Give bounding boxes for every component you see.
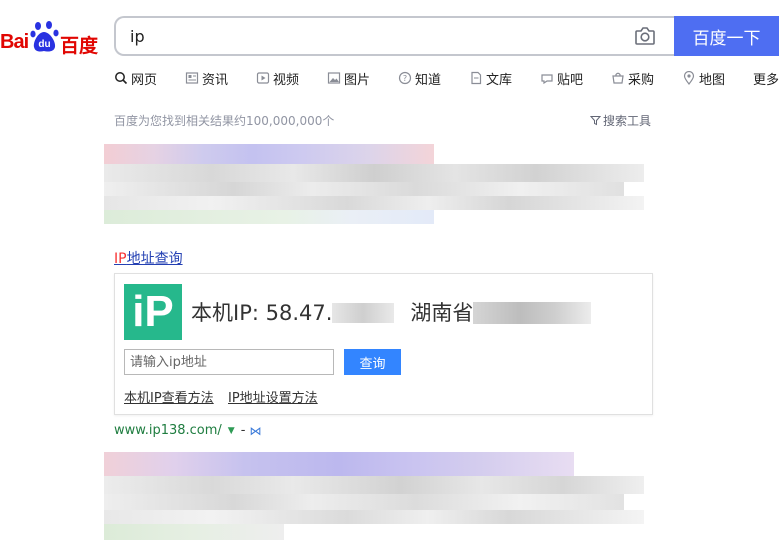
title-rest: 地址查询 — [126, 251, 183, 267]
blurred-result-1 — [104, 144, 649, 226]
separator: - — [240, 423, 246, 438]
tab-label: 更多 — [753, 72, 779, 88]
dropdown-arrow-icon[interactable]: ▼ — [228, 426, 235, 436]
tab-label: 视频 — [273, 72, 300, 88]
my-ip-line: 本机IP: 58.47. 湖南省 — [191, 297, 592, 327]
result-site-url[interactable]: www.ip138.com/ ▼ - ⋈ — [114, 423, 261, 438]
link-ip-settings[interactable]: IP地址设置方法 — [228, 387, 318, 406]
tab-wenku[interactable]: 文库 — [469, 69, 540, 88]
search-input[interactable] — [130, 25, 610, 47]
news-icon — [185, 72, 199, 84]
title-highlight: IP — [114, 251, 127, 267]
ip-result-title-link[interactable]: IP地址查询 — [114, 248, 183, 268]
tab-label: 采购 — [628, 72, 655, 88]
baidu-logo[interactable]: Bai du 百度 — [0, 18, 100, 58]
search-tabs: 网页 资讯 视频 图片 ? 知道 文库 贴吧 采购 地图 更多 — [114, 69, 779, 89]
logo-text-chinese: 百度 — [60, 35, 99, 57]
filter-icon — [590, 116, 601, 126]
ip-query-button[interactable]: 查询 — [344, 349, 401, 375]
tieba-icon — [541, 74, 553, 85]
tab-more[interactable]: 更多 — [753, 69, 779, 88]
search-button[interactable]: 百度一下 — [674, 16, 779, 56]
map-icon — [683, 71, 695, 85]
verified-badge-icon: ⋈ — [249, 423, 262, 438]
link-how-to-view-ip[interactable]: 本机IP查看方法 — [124, 387, 214, 406]
tab-label: 资讯 — [202, 72, 229, 88]
tab-images[interactable]: 图片 — [327, 69, 398, 88]
tab-web[interactable]: 网页 — [114, 69, 185, 88]
my-ip-label: 本机IP: 58.47. — [191, 301, 333, 325]
result-count: 百度为您找到相关结果约100,000,000个 — [114, 114, 335, 128]
location-redacted — [473, 302, 592, 324]
question-icon: ? — [398, 71, 412, 85]
logo-text-bai: Bai — [0, 31, 29, 53]
ip-logo-icon: iP — [124, 284, 182, 340]
logo-text-du: du — [38, 39, 50, 50]
svg-text:?: ? — [403, 74, 407, 83]
tab-tieba[interactable]: 贴吧 — [540, 69, 611, 88]
search-tools-button[interactable]: 搜索工具 — [590, 112, 651, 129]
tab-label: 图片 — [344, 72, 371, 88]
tab-news[interactable]: 资讯 — [185, 69, 256, 88]
site-url-text: www.ip138.com/ — [114, 423, 222, 438]
blurred-result-2 — [104, 452, 649, 543]
ip-location: 湖南省 — [410, 301, 474, 325]
tab-label: 知道 — [415, 72, 442, 88]
image-icon — [327, 72, 341, 84]
search-icon — [115, 72, 128, 85]
search-tools-label: 搜索工具 — [603, 114, 652, 128]
tab-zhidao[interactable]: ? 知道 — [398, 69, 469, 88]
tab-map[interactable]: 地图 — [682, 69, 753, 88]
video-icon — [256, 72, 270, 84]
search-box — [114, 16, 674, 56]
paw-logo-icon: du — [30, 21, 59, 52]
ip-lookup-card: iP 本机IP: 58.47. 湖南省 查询 本机IP查看方法 IP地址设置方法 — [114, 273, 653, 415]
tab-label: 地图 — [699, 72, 726, 88]
shop-icon — [612, 72, 624, 84]
camera-icon[interactable] — [634, 26, 656, 46]
ip-redacted — [332, 303, 395, 323]
ip-address-input[interactable] — [124, 349, 334, 375]
tab-caigou[interactable]: 采购 — [611, 69, 682, 88]
tab-label: 文库 — [486, 72, 513, 88]
tab-label: 网页 — [131, 72, 158, 88]
document-icon — [471, 71, 482, 85]
tab-video[interactable]: 视频 — [256, 69, 327, 88]
tab-label: 贴吧 — [557, 72, 584, 88]
